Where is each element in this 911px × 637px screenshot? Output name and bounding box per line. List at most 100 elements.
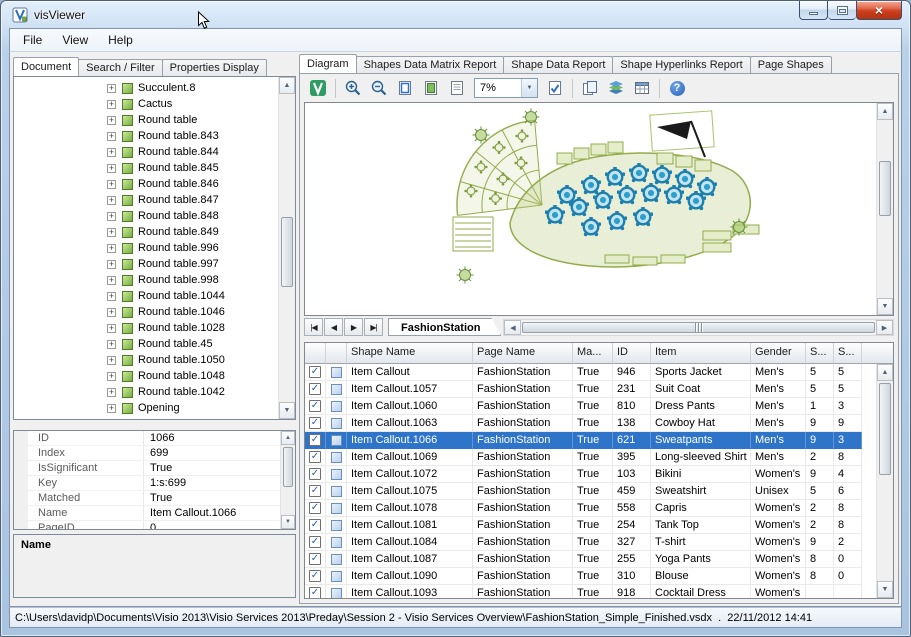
grid-row[interactable]: ✓Item Callout.1087FashionStationTrue255Y… <box>305 551 862 568</box>
tree-item-round-table-996[interactable]: +Round table.996 <box>14 240 295 256</box>
grid-vertical-scrollbar[interactable]: ▲ ▼ <box>876 364 893 598</box>
tree-item-round-table-1028[interactable]: +Round table.1028 <box>14 320 295 336</box>
expand-icon[interactable]: + <box>107 228 116 237</box>
expand-icon[interactable]: + <box>107 180 116 189</box>
last-page-button[interactable]: ▶| <box>364 318 383 336</box>
page-strip-scrollbar[interactable]: ◀ ▶ <box>503 319 894 336</box>
column-header-gender[interactable]: Gender <box>751 343 806 364</box>
scroll-up-icon[interactable]: ▲ <box>279 77 295 94</box>
grid-row[interactable]: ✓Item Callout.1084FashionStationTrue327T… <box>305 534 862 551</box>
row-checkbox[interactable]: ✓ <box>309 519 321 531</box>
expand-icon[interactable]: + <box>107 116 116 125</box>
tab-shape-hyperlinks-report[interactable]: Shape Hyperlinks Report <box>612 56 750 73</box>
column-header-s[interactable]: S... <box>806 343 834 364</box>
grid-row[interactable]: ✓Item Callout.1075FashionStationTrue459S… <box>305 483 862 500</box>
page-strip-scroll-thumb[interactable] <box>522 322 875 333</box>
grid-row[interactable]: ✓Item Callout.1066FashionStationTrue621S… <box>305 432 862 449</box>
tab-document[interactable]: Document <box>13 57 79 76</box>
row-checkbox[interactable]: ✓ <box>309 553 321 565</box>
fit-page-button[interactable] <box>393 77 417 100</box>
row-checkbox[interactable]: ✓ <box>309 366 321 378</box>
expand-icon[interactable]: + <box>107 212 116 221</box>
scroll-right-icon[interactable]: ▶ <box>876 320 893 335</box>
tree-item-round-table-846[interactable]: +Round table.846 <box>14 176 295 192</box>
tree-item-round-table-849[interactable]: +Round table.849 <box>14 224 295 240</box>
expand-icon[interactable]: + <box>107 196 116 205</box>
column-header-id[interactable]: ID <box>613 343 651 364</box>
grid-row[interactable]: ✓Item Callout.1069FashionStationTrue395L… <box>305 449 862 466</box>
grid-row[interactable]: ✓Item Callout.1072FashionStationTrue103B… <box>305 466 862 483</box>
property-row-id[interactable]: ID1066 <box>14 431 295 446</box>
minimize-button[interactable] <box>799 1 828 20</box>
tree-item-round-table-1046[interactable]: +Round table.1046 <box>14 304 295 320</box>
layers-button[interactable] <box>604 77 628 100</box>
row-checkbox[interactable]: ✓ <box>309 502 321 514</box>
tree-item-round-table-1042[interactable]: +Round table.1042 <box>14 384 295 400</box>
column-header-page-name[interactable]: Page Name <box>473 343 573 364</box>
scroll-up-icon[interactable]: ▲ <box>877 364 893 381</box>
row-checkbox[interactable]: ✓ <box>309 417 321 429</box>
property-row-pageid[interactable]: PageID0 <box>14 521 295 530</box>
shape-data-button[interactable] <box>543 77 567 100</box>
visio-app-button[interactable] <box>306 77 330 100</box>
diagram-canvas[interactable]: ▲ ▼ <box>304 102 894 316</box>
canvas-scroll-thumb[interactable] <box>879 161 891 216</box>
expand-icon[interactable]: + <box>107 324 116 333</box>
expand-icon[interactable]: + <box>107 276 116 285</box>
tree-item-succulent-8[interactable]: +Succulent.8 <box>14 80 295 96</box>
tree-item-round-table-847[interactable]: +Round table.847 <box>14 192 295 208</box>
expand-icon[interactable]: + <box>107 260 116 269</box>
tree-item-round-table-1044[interactable]: +Round table.1044 <box>14 288 295 304</box>
expand-icon[interactable]: + <box>107 356 116 365</box>
tab-page-shapes[interactable]: Page Shapes <box>750 56 832 73</box>
fit-width-button[interactable] <box>419 77 443 100</box>
property-row-key[interactable]: Key1:s:699 <box>14 476 295 491</box>
grid-row[interactable]: ✓Item Callout.1081FashionStationTrue254T… <box>305 517 862 534</box>
actual-size-button[interactable] <box>445 77 469 100</box>
property-scroll-thumb[interactable] <box>283 447 293 487</box>
tree-item-round-table-844[interactable]: +Round table.844 <box>14 144 295 160</box>
report-grid-button[interactable] <box>630 77 654 100</box>
column-header-item[interactable]: Item <box>651 343 751 364</box>
column-header-ma[interactable]: Ma... <box>573 343 613 364</box>
shapes-data-grid[interactable]: Shape NamePage NameMa...IDItemGenderS...… <box>304 342 894 599</box>
property-grid[interactable]: ID1066Index699IsSignificantTrueKey1:s:69… <box>13 430 296 530</box>
grid-scroll-thumb[interactable] <box>879 383 891 475</box>
row-checkbox[interactable]: ✓ <box>309 434 321 446</box>
maximize-button[interactable] <box>828 1 856 20</box>
tree-vertical-scrollbar[interactable]: ▲ ▼ <box>278 77 295 419</box>
row-checkbox[interactable]: ✓ <box>309 383 321 395</box>
expand-icon[interactable]: + <box>107 84 116 93</box>
tab-diagram[interactable]: Diagram <box>299 54 357 73</box>
tab-shape-data-report[interactable]: Shape Data Report <box>503 56 613 73</box>
expand-icon[interactable]: + <box>107 292 116 301</box>
tree-item-opening[interactable]: +Opening <box>14 400 295 416</box>
expand-icon[interactable]: + <box>107 164 116 173</box>
grid-row[interactable]: ✓Item Callout.1078FashionStationTrue558C… <box>305 500 862 517</box>
tab-properties-display[interactable]: Properties Display <box>162 59 267 76</box>
expand-icon[interactable]: + <box>107 308 116 317</box>
scroll-down-icon[interactable]: ▼ <box>877 581 893 598</box>
next-page-button[interactable]: ▶ <box>344 318 363 336</box>
property-row-name[interactable]: NameItem Callout.1066 <box>14 506 295 521</box>
expand-icon[interactable]: + <box>107 132 116 141</box>
menu-item-help[interactable]: Help <box>98 30 143 50</box>
copy-page-button[interactable] <box>578 77 602 100</box>
row-checkbox[interactable]: ✓ <box>309 468 321 480</box>
expand-icon[interactable]: + <box>107 372 116 381</box>
scroll-up-icon[interactable]: ▲ <box>877 103 893 120</box>
column-header-s[interactable]: S... <box>834 343 862 364</box>
menu-item-file[interactable]: File <box>13 30 52 50</box>
row-checkbox[interactable]: ✓ <box>309 536 321 548</box>
tree-item-round-table[interactable]: +Round table <box>14 112 295 128</box>
grid-row[interactable]: ✓Item Callout.1093FashionStationTrue918C… <box>305 585 862 599</box>
canvas-vertical-scrollbar[interactable]: ▲ ▼ <box>876 103 893 315</box>
tree-item-round-table-1048[interactable]: +Round table.1048 <box>14 368 295 384</box>
combo-dropdown-button[interactable]: ▼ <box>521 79 537 97</box>
scroll-down-icon[interactable]: ▼ <box>877 298 893 315</box>
expand-icon[interactable]: + <box>107 244 116 253</box>
expand-icon[interactable]: + <box>107 148 116 157</box>
title-bar[interactable]: visViewer <box>1 1 910 28</box>
expand-icon[interactable]: + <box>107 388 116 397</box>
column-header-shape-name[interactable]: Shape Name <box>347 343 473 364</box>
